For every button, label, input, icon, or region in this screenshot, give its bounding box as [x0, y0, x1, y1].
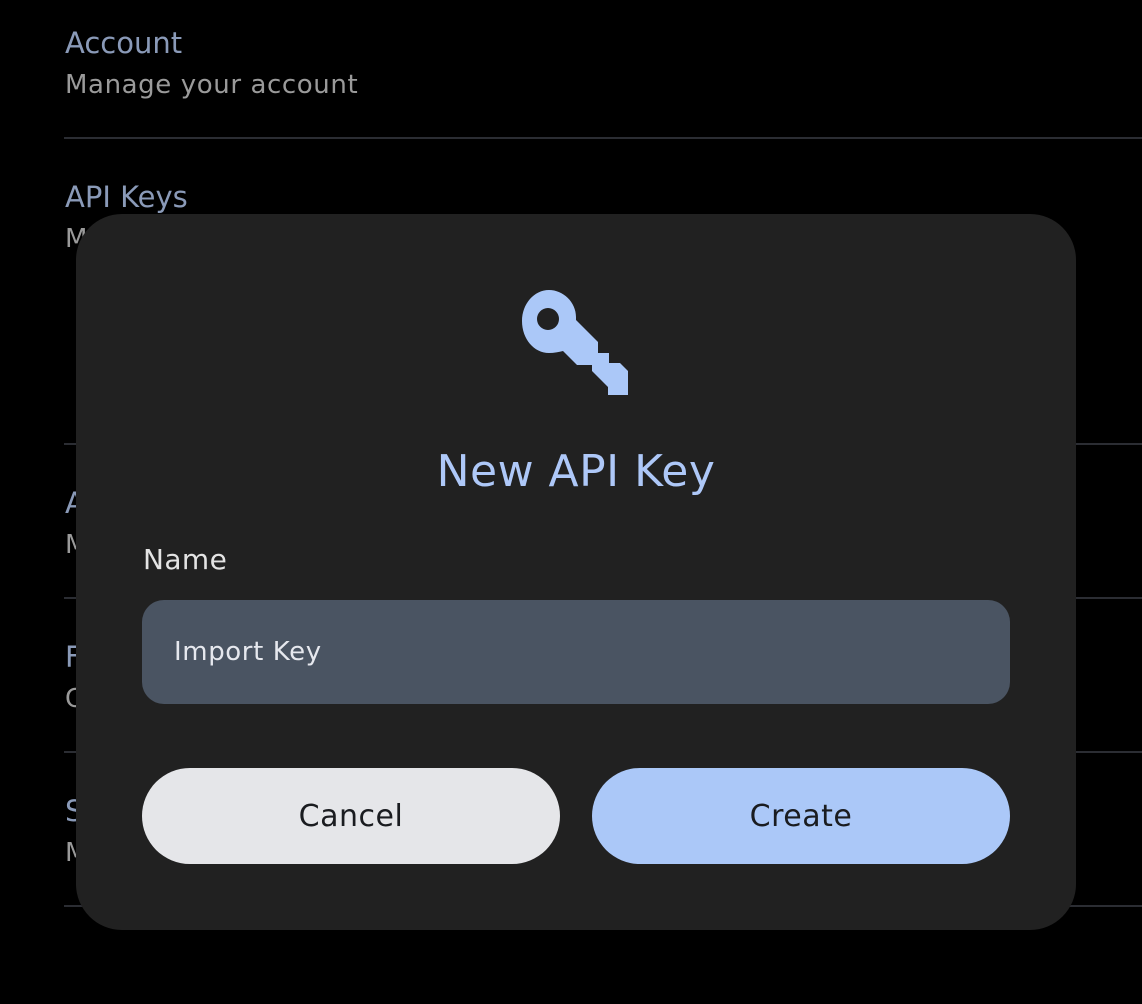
key-icon [522, 290, 630, 398]
new-api-key-dialog: New API Key Name Cancel Create [76, 214, 1076, 930]
section-title: Account [65, 26, 183, 60]
section-title: API Keys [65, 180, 188, 214]
section-subtitle: Manage your account [65, 70, 359, 100]
create-button[interactable]: Create [592, 768, 1010, 864]
dialog-title: New API Key [436, 446, 716, 497]
divider [64, 137, 1142, 139]
name-label: Name [143, 543, 228, 576]
cancel-button[interactable]: Cancel [142, 768, 560, 864]
name-input[interactable] [142, 600, 1010, 704]
settings-item-account[interactable]: Account Manage your account [64, 0, 1142, 140]
